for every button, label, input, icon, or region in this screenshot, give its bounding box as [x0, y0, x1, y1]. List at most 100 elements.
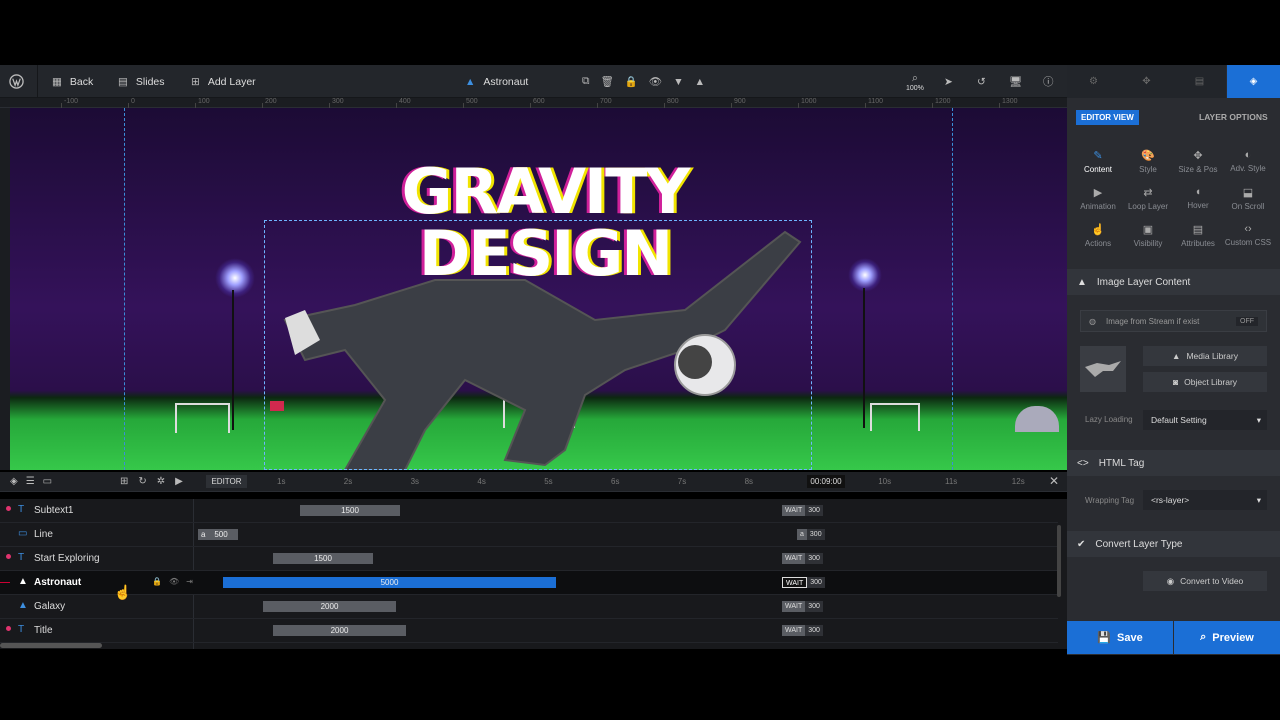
- refresh-icon[interactable]: ↻: [138, 476, 146, 487]
- undo-icon[interactable]: ↺: [977, 65, 986, 98]
- ruler-label: -100: [64, 98, 79, 105]
- ruler-label: 1300: [1002, 98, 1018, 105]
- wait-badge[interactable]: WAIT 300: [782, 553, 823, 564]
- wrapping-tag-select[interactable]: <rs-layer> ▾: [1143, 490, 1267, 510]
- layer-options-tab[interactable]: LAYER OPTIONS: [1199, 112, 1268, 122]
- media-library-button[interactable]: ▲ Media Library: [1143, 346, 1267, 366]
- preview-button[interactable]: ⌕ Preview: [1174, 621, 1280, 654]
- convert-to-video-button[interactable]: ◉ Convert to Video: [1143, 571, 1267, 591]
- eye-icon[interactable]: 👁: [649, 75, 662, 88]
- option-style[interactable]: 🎨 Style: [1123, 149, 1173, 174]
- move-icon[interactable]: ✥: [1120, 65, 1173, 98]
- option-actions[interactable]: ☝ Actions: [1073, 223, 1123, 248]
- help-icon[interactable]: ⓘ: [1043, 65, 1054, 98]
- option-adv-style[interactable]: ◐ Adv. Style: [1223, 149, 1273, 173]
- timeline-bar[interactable]: 1500: [300, 505, 400, 516]
- convert-layer-type-section[interactable]: ✔ Convert Layer Type: [1067, 531, 1280, 557]
- save-button[interactable]: 💾 Save: [1067, 621, 1173, 654]
- layer-row[interactable]: T Title 2000 WAIT 300: [0, 619, 1058, 643]
- palette-icon: 🎨: [1141, 150, 1155, 162]
- editor-tab[interactable]: EDITOR: [206, 475, 247, 488]
- option-size-pos[interactable]: ✥ Size & Pos: [1173, 149, 1223, 174]
- layer-row[interactable]: ▭ Line a 500 a 300: [0, 523, 1058, 547]
- arrow-up-icon[interactable]: ▲: [695, 76, 705, 88]
- stream-toggle-row[interactable]: ◍ Image from Stream if exist OFF: [1080, 310, 1267, 332]
- trash-icon[interactable]: 🗑: [601, 75, 614, 88]
- layer-name[interactable]: Galaxy: [34, 601, 65, 612]
- slide-canvas[interactable]: GRAVITY DESIGN: [10, 108, 1067, 470]
- layer-selection-box[interactable]: [264, 220, 812, 470]
- layer-name[interactable]: Title: [34, 625, 53, 636]
- layer-row[interactable]: ▲ Astronaut 🔒 👁 ⇥ 5000 WAIT 300: [0, 571, 1058, 595]
- option-attributes[interactable]: ▤ Attributes: [1173, 223, 1223, 248]
- close-icon[interactable]: ✕: [1049, 474, 1059, 488]
- add-layer-icon: ⊞: [191, 75, 200, 88]
- desktop-icon[interactable]: 🖥: [1009, 65, 1022, 98]
- timeline-bar[interactable]: 2000: [263, 601, 396, 612]
- duplicate-icon[interactable]: ⧉: [582, 75, 590, 88]
- option-custom-css[interactable]: ‹› Custom CSS: [1223, 223, 1273, 247]
- horizontal-scrollbar[interactable]: [0, 643, 102, 648]
- cursor-icon[interactable]: ➤: [944, 65, 953, 98]
- lazy-loading-label: Lazy Loading: [1085, 415, 1133, 424]
- settings-icon[interactable]: ✲: [157, 476, 165, 487]
- end-time[interactable]: 00:09:00: [807, 475, 845, 488]
- object-library-button[interactable]: ◙ Object Library: [1143, 372, 1267, 392]
- time-mark: 8s: [744, 477, 754, 486]
- image-thumbnail[interactable]: [1080, 346, 1126, 392]
- option-content[interactable]: ✎ Content: [1073, 149, 1123, 174]
- image-layer-content-section[interactable]: ▲ Image Layer Content: [1067, 269, 1280, 295]
- layer-name[interactable]: Astronaut: [34, 577, 81, 588]
- play-icon[interactable]: ▶: [175, 476, 183, 487]
- zoom-control[interactable]: ⌕ 100%: [906, 65, 924, 98]
- list-icon[interactable]: ☰: [26, 476, 35, 487]
- chevron-down-icon: ▾: [1256, 494, 1261, 505]
- wait-badge[interactable]: a 300: [797, 529, 825, 540]
- wait-badge[interactable]: WAIT 300: [782, 505, 823, 516]
- layer-row[interactable]: ▲ Galaxy 2000 WAIT 300: [0, 595, 1058, 619]
- toggle-switch[interactable]: OFF: [1236, 316, 1258, 326]
- color-marker: [6, 626, 11, 631]
- option-on-scroll[interactable]: ⬓ On Scroll: [1223, 186, 1273, 211]
- lazy-loading-select[interactable]: Default Setting ▾: [1143, 410, 1267, 430]
- back-button[interactable]: ▦ Back: [52, 65, 93, 98]
- timeline-bar[interactable]: 2000: [273, 625, 406, 636]
- option-visibility[interactable]: ▣ Visibility: [1123, 223, 1173, 248]
- option-animation[interactable]: ▶ Animation: [1073, 186, 1123, 211]
- timeline-bar[interactable]: 5000: [223, 577, 556, 588]
- editor-toolbar: ▦ Back ▤ Slides ⊞ Add Layer ▲ Astronaut …: [0, 65, 1067, 98]
- time-mark: 6s: [611, 477, 620, 486]
- lock-icon[interactable]: 🔒: [625, 75, 638, 88]
- layers-icon[interactable]: ◈: [10, 476, 18, 487]
- option-hover[interactable]: ◖ Hover: [1173, 186, 1223, 210]
- layer-row[interactable]: T Start Exploring 1500 WAIT 300: [0, 547, 1058, 571]
- wait-badge[interactable]: WAIT 300: [782, 577, 825, 588]
- shape-icon: ▭: [18, 528, 28, 539]
- wordpress-logo-icon[interactable]: [9, 65, 24, 98]
- layer-name[interactable]: Start Exploring: [34, 553, 100, 564]
- slides-button[interactable]: ▤ Slides: [118, 65, 165, 98]
- lock-icon[interactable]: 🔒: [152, 577, 162, 586]
- vertical-scrollbar[interactable]: [1057, 525, 1061, 597]
- editor-view-tab[interactable]: EDITOR VIEW: [1076, 110, 1139, 125]
- eye-icon[interactable]: 👁: [169, 577, 179, 586]
- current-layer-selector[interactable]: ▲ Astronaut: [465, 65, 528, 98]
- grid-icon[interactable]: ⊞: [120, 476, 128, 487]
- layer-name[interactable]: Line: [34, 529, 53, 540]
- folder-icon[interactable]: ▭: [43, 476, 52, 487]
- add-layer-button[interactable]: ⊞ Add Layer: [191, 65, 256, 98]
- html-tag-section[interactable]: <> HTML Tag: [1067, 450, 1280, 476]
- timeline-bar[interactable]: a 500: [198, 529, 238, 540]
- wait-badge[interactable]: WAIT 300: [782, 601, 823, 612]
- layer-row[interactable]: T Subtext1 1500 WAIT 300: [0, 499, 1058, 523]
- layer-name[interactable]: Subtext1: [34, 505, 73, 516]
- arrow-right-icon[interactable]: ⇥: [186, 577, 193, 586]
- slides-icon[interactable]: ▤: [1173, 65, 1226, 98]
- wait-badge[interactable]: WAIT 300: [782, 625, 823, 636]
- layers-icon[interactable]: ◈: [1227, 65, 1280, 98]
- title-line-1[interactable]: GRAVITY: [380, 161, 710, 223]
- gear-icon[interactable]: ⚙: [1067, 65, 1120, 98]
- arrow-down-icon[interactable]: ▼: [673, 76, 683, 88]
- option-loop-layer[interactable]: ⇄ Loop Layer: [1123, 186, 1173, 211]
- timeline-bar[interactable]: 1500: [273, 553, 373, 564]
